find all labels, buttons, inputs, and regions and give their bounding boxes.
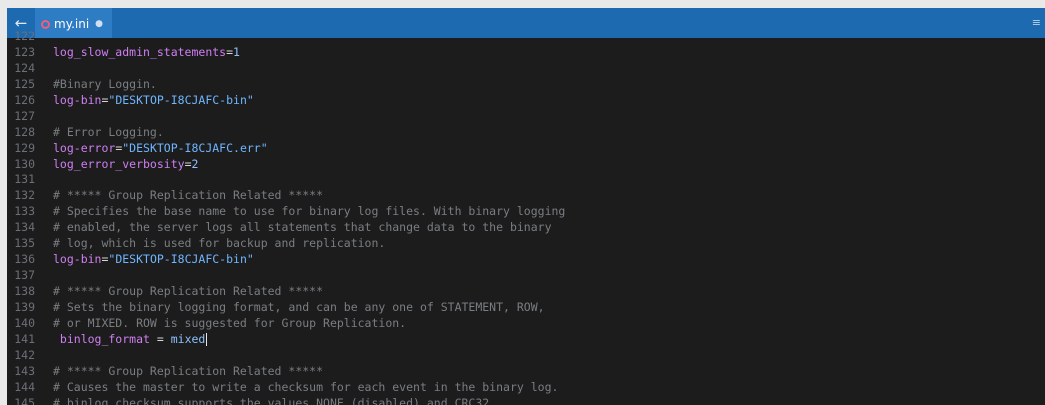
setting-key: binlog_format	[53, 331, 150, 346]
code-text: log_error_verbosity=2	[53, 157, 198, 173]
line-number: 134	[14, 220, 35, 235]
line-number: 129	[14, 140, 35, 155]
setting-value: mixed	[170, 331, 206, 346]
setting-value: "DESKTOP-I8CJAFC-bin"	[108, 252, 254, 267]
line-number: 142	[14, 347, 35, 362]
code-line: 136 log-bin="DESKTOP-I8CJAFC-bin"	[7, 252, 1045, 268]
code-line: 133 # Specifies the base name to use for …	[7, 204, 1045, 220]
setting-value: 1	[233, 44, 240, 59]
code-text: log-error="DESKTOP-I8CJAFC.err"	[53, 141, 268, 157]
line-number: 132	[14, 188, 35, 203]
setting-value: "DESKTOP-I8CJAFC.err"	[122, 140, 268, 155]
line-number: 127	[14, 108, 35, 123]
line-number: 123	[14, 44, 35, 59]
equals: =	[149, 331, 171, 346]
comment: # binlog_checksum supports the values NO…	[53, 395, 497, 405]
line-number: 143	[14, 363, 35, 378]
line-number: 130	[14, 156, 35, 171]
code-line: 126 log-bin="DESKTOP-I8CJAFC-bin"	[7, 93, 1045, 109]
code-text: log_slow_admin_statements=1	[53, 45, 240, 61]
text-cursor	[206, 332, 208, 346]
code-text: # log, which is used for backup and repl…	[53, 236, 385, 252]
setting-key: log-bin	[53, 252, 102, 267]
line-number: 131	[14, 172, 35, 187]
line-number: 124	[14, 60, 35, 75]
code-text: # Causes the master to write a checksum …	[53, 380, 558, 396]
code-text: # Specifies the base name to use for bin…	[53, 204, 565, 220]
line-number: 144	[14, 379, 35, 394]
code-line: 143 # ***** Group Replication Related ***…	[7, 364, 1045, 380]
code-line: 134 # enabled, the server logs all statem…	[7, 220, 1045, 236]
code-text: # Sets the binary logging format, and ca…	[53, 300, 545, 316]
line-number: 126	[14, 92, 35, 107]
code-line: 137	[7, 268, 1045, 284]
code-line: 138 # ***** Group Replication Related ***…	[7, 284, 1045, 300]
setting-key: log-bin	[53, 92, 102, 107]
comment: # Error Logging.	[53, 124, 164, 139]
code-line: 135 # log, which is used for backup and r…	[7, 236, 1045, 252]
comment: # enabled, the server logs all statement…	[53, 220, 552, 235]
code-editor[interactable]: 122 123 log_slow_admin_statements=1 124 125 #…	[7, 29, 1045, 405]
code-text: # binlog_checksum supports the values NO…	[53, 396, 496, 405]
code-line: 125 #Binary Loggin.	[7, 77, 1045, 93]
comment: # ***** Group Replication Related *****	[53, 188, 324, 203]
code-text: # Error Logging.	[53, 125, 164, 141]
line-number: 125	[14, 76, 35, 91]
code-text: log-bin="DESKTOP-I8CJAFC-bin"	[53, 252, 254, 268]
comment: # Causes the master to write a checksum …	[53, 379, 559, 394]
code-line: 141 binlog_format = mixed	[7, 332, 1045, 348]
code-line: 144 # Causes the master to write a checks…	[7, 380, 1045, 396]
comment: # or MIXED. ROW is suggested for Group R…	[53, 315, 407, 330]
code-line: 139 # Sets the binary logging format, and…	[7, 300, 1045, 316]
code-text: # ***** Group Replication Related *****	[53, 364, 323, 380]
line-number: 139	[14, 299, 35, 314]
line-number: 141	[14, 331, 35, 346]
line-number: 138	[14, 284, 35, 298]
line-number: 136	[14, 252, 35, 267]
code-line: 145 # binlog_checksum supports the values…	[7, 396, 1045, 405]
code-text: # or MIXED. ROW is suggested for Group R…	[53, 316, 406, 332]
line-number: 135	[14, 236, 35, 251]
code-text: binlog_format = mixed	[53, 331, 208, 348]
setting-key: log_slow_admin_statements	[53, 44, 227, 59]
code-line: 142	[7, 348, 1045, 364]
comment: # ***** Group Replication Related *****	[53, 363, 324, 378]
code-text: #Binary Loggin.	[53, 77, 157, 93]
equals: =	[226, 44, 234, 59]
setting-key: log-error	[53, 140, 116, 155]
code-text: # enabled, the server logs all statement…	[53, 220, 552, 236]
comment: # log, which is used for backup and repl…	[53, 236, 386, 251]
code-line: 131	[7, 172, 1045, 188]
code-line: 124	[7, 61, 1045, 77]
code-line: 129 log-error="DESKTOP-I8CJAFC.err"	[7, 141, 1045, 157]
line-number: 122	[14, 29, 35, 43]
setting-key: log_error_verbosity	[53, 156, 185, 171]
code-line: 128 # Error Logging.	[7, 125, 1045, 141]
line-number: 137	[14, 268, 35, 283]
code-line: 127	[7, 109, 1045, 125]
setting-value: 2	[191, 156, 199, 171]
comment: # ***** Group Replication Related *****	[53, 284, 324, 298]
line-number: 140	[14, 315, 35, 330]
comment: # Specifies the base name to use for bin…	[53, 204, 566, 219]
line-number: 145	[14, 395, 35, 405]
line-number: 133	[14, 204, 35, 219]
line-number: 128	[14, 124, 35, 139]
unsaved-indicator-icon: ●	[95, 19, 104, 29]
code-text: # ***** Group Replication Related *****	[53, 188, 323, 204]
code-line: 130 log_error_verbosity=2	[7, 157, 1045, 173]
editor-window: ← my.ini ● ≡ 122 123 log_slow_admin_statem…	[7, 8, 1045, 405]
code-line: 132 # ***** Group Replication Related ***…	[7, 188, 1045, 204]
comment: # Sets the binary logging format, and ca…	[53, 299, 545, 314]
comment: #Binary Loggin.	[53, 76, 157, 91]
code-line: 123 log_slow_admin_statements=1	[7, 45, 1045, 61]
equals: =	[184, 156, 192, 171]
code-text: # ***** Group Replication Related *****	[53, 284, 323, 300]
setting-value: "DESKTOP-I8CJAFC-bin"	[108, 92, 254, 107]
code-text: log-bin="DESKTOP-I8CJAFC-bin"	[53, 93, 254, 109]
code-line: 140 # or MIXED. ROW is suggested for Grou…	[7, 316, 1045, 332]
code-line: 122	[7, 29, 1045, 45]
circle-icon	[41, 19, 50, 29]
